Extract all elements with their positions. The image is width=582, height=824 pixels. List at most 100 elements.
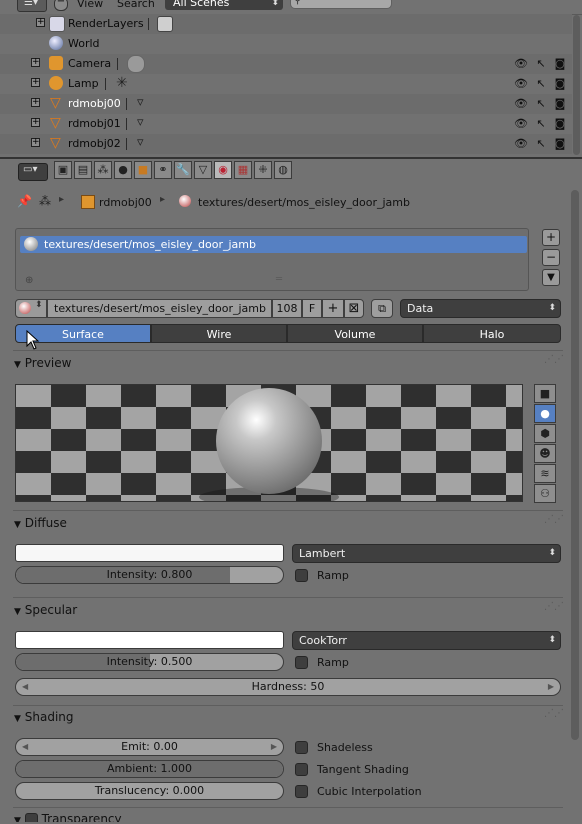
collapse-menu-icon[interactable]: −	[54, 0, 68, 11]
mesh-data-icon[interactable]: ▿	[137, 115, 144, 130]
list-resize-grip-icon[interactable]: ═	[276, 274, 282, 285]
camera-data-icon[interactable]	[127, 55, 145, 73]
scene-tab-icon[interactable]: ⁂	[94, 161, 112, 179]
texture-tab-icon[interactable]: ▦	[234, 161, 252, 179]
selectable-cursor-icon[interactable]: ↖	[534, 117, 548, 130]
visibility-eye-icon[interactable]: 👁	[514, 137, 528, 150]
specular-panel-header[interactable]: ▼ Specular	[14, 600, 562, 620]
increment-arrow-icon[interactable]: ▶	[548, 679, 554, 695]
preview-flat-icon[interactable]: ■	[534, 384, 556, 403]
modifiers-tab-icon[interactable]: 🔧	[174, 161, 192, 179]
render-camera-icon[interactable]: ◙	[553, 137, 567, 150]
link-dropdown[interactable]: Data ⬍	[400, 299, 561, 318]
data-tab-icon[interactable]: ▽	[194, 161, 212, 179]
selectable-cursor-icon[interactable]: ↖	[534, 137, 548, 150]
translucency-slider[interactable]: Translucency: 0.000	[15, 782, 284, 800]
panel-drag-grip-icon[interactable]: ⋰⋰	[544, 514, 564, 525]
copy-paste-button[interactable]: ⧉	[371, 299, 393, 318]
render-layers-tab-icon[interactable]: ▤	[74, 161, 92, 179]
list-filter-icon[interactable]: ⊕	[25, 275, 33, 286]
preview-sphere-icon[interactable]: ●	[534, 404, 556, 423]
fake-user-button[interactable]: F	[302, 299, 322, 318]
preview-hair-icon[interactable]: ≋	[534, 464, 556, 483]
slot-specials-button[interactable]: ▼	[542, 269, 560, 286]
specular-intensity-slider[interactable]: Intensity: 0.500	[15, 653, 284, 671]
material-name-field[interactable]: textures/desert/mos_eisley_door_jamb	[47, 299, 272, 318]
menu-view[interactable]: View	[77, 0, 103, 10]
properties-scrollbar[interactable]	[571, 190, 579, 740]
render-camera-icon[interactable]: ◙	[553, 77, 567, 90]
render-camera-icon[interactable]: ◙	[553, 117, 567, 130]
decrement-arrow-icon[interactable]: ◀	[22, 679, 28, 695]
tangent-shading-checkbox[interactable]	[295, 763, 308, 776]
outliner-row[interactable]: + Lamp ✳ 👁 ↖ ◙	[0, 74, 572, 94]
mesh-data-icon[interactable]: ▿	[137, 95, 144, 110]
ambient-slider[interactable]: Ambient: 1.000	[15, 760, 284, 778]
diffuse-color-swatch[interactable]	[15, 544, 284, 562]
expand-toggle[interactable]: +	[31, 58, 40, 67]
outliner-row[interactable]: + Camera 👁 ↖ ◙	[0, 54, 572, 74]
expand-toggle[interactable]: +	[36, 18, 45, 27]
preview-monkey-icon[interactable]: ☻	[534, 444, 556, 463]
physics-tab-icon[interactable]: ◍	[274, 161, 292, 179]
selectable-cursor-icon[interactable]: ↖	[534, 97, 548, 110]
particles-tab-icon[interactable]: ⁜	[254, 161, 272, 179]
add-slot-button[interactable]: +	[542, 229, 560, 246]
render-camera-icon[interactable]: ◙	[553, 57, 567, 70]
new-material-button[interactable]: +	[322, 299, 344, 318]
increment-arrow-icon[interactable]: ▶	[271, 739, 277, 755]
transparency-checkbox[interactable]	[24, 813, 38, 822]
shadeless-checkbox[interactable]	[295, 741, 308, 754]
editor-type-button[interactable]: ☰▾	[17, 0, 47, 12]
tab-volume[interactable]: Volume	[287, 324, 423, 343]
material-browse-button[interactable]: ⬍	[15, 299, 47, 318]
material-tab-icon[interactable]: ◉	[214, 161, 232, 179]
transparency-panel-header[interactable]: ▼ Transparency	[14, 809, 562, 822]
outliner-row[interactable]: World	[0, 34, 572, 54]
preview-panel-header[interactable]: ▼ Preview	[14, 353, 562, 373]
preview-world-icon[interactable]: ⚇	[534, 484, 556, 503]
lamp-data-icon[interactable]: ✳	[116, 75, 128, 91]
outliner-row[interactable]: + ▽ rdmobj01 ▿ 👁 ↖ ◙	[0, 114, 572, 134]
cubic-interpolation-checkbox[interactable]	[295, 785, 308, 798]
selectable-cursor-icon[interactable]: ↖	[534, 77, 548, 90]
display-mode-dropdown[interactable]: All Scenes ⬍	[165, 0, 283, 10]
pin-icon[interactable]: 📌	[17, 194, 32, 208]
render-layer-icon[interactable]	[157, 16, 173, 32]
expand-toggle[interactable]: +	[31, 98, 40, 107]
diffuse-intensity-slider[interactable]: Intensity: 0.800	[15, 566, 284, 584]
specular-shader-dropdown[interactable]: CookTorr ⬍	[292, 631, 561, 650]
render-camera-icon[interactable]: ◙	[553, 97, 567, 110]
users-count-button[interactable]: 108	[272, 299, 302, 318]
menu-search[interactable]: Search	[117, 0, 155, 10]
expand-toggle[interactable]: +	[31, 118, 40, 127]
outliner-row[interactable]: + ▽ rdmobj00 ▿ 👁 ↖ ◙	[0, 94, 572, 114]
panel-drag-grip-icon[interactable]: ⋰⋰	[544, 601, 564, 612]
preview-cube-icon[interactable]: ⬢	[534, 424, 556, 443]
unlink-material-button[interactable]: ⊠	[344, 299, 364, 318]
diffuse-panel-header[interactable]: ▼ Diffuse	[14, 513, 562, 533]
outliner-row[interactable]: + RenderLayers	[0, 14, 572, 34]
selectable-cursor-icon[interactable]: ↖	[534, 57, 548, 70]
remove-slot-button[interactable]: −	[542, 249, 560, 266]
constraints-tab-icon[interactable]: ⚭	[154, 161, 172, 179]
visibility-eye-icon[interactable]: 👁	[514, 97, 528, 110]
panel-drag-grip-icon[interactable]: ⋰⋰	[544, 354, 564, 365]
shading-panel-header[interactable]: ▼ Shading	[14, 707, 562, 727]
tab-halo[interactable]: Halo	[423, 324, 561, 343]
panel-drag-grip-icon[interactable]: ⋰⋰	[544, 708, 564, 719]
diffuse-shader-dropdown[interactable]: Lambert ⬍	[292, 544, 561, 563]
material-slot-item[interactable]: textures/desert/mos_eisley_door_jamb	[20, 236, 527, 253]
emit-field[interactable]: ◀ Emit: 0.00 ▶	[15, 738, 284, 756]
outliner-scrollbar[interactable]	[573, 15, 580, 155]
render-tab-icon[interactable]: ▣	[54, 161, 72, 179]
tab-wire[interactable]: Wire	[151, 324, 287, 343]
mesh-data-icon[interactable]: ▿	[137, 135, 144, 150]
diffuse-ramp-checkbox[interactable]	[295, 569, 308, 582]
world-tab-icon[interactable]: ●	[114, 161, 132, 179]
decrement-arrow-icon[interactable]: ◀	[22, 739, 28, 755]
search-input[interactable]: ⚲	[290, 0, 392, 9]
expand-toggle[interactable]: +	[31, 78, 40, 87]
expand-toggle[interactable]: +	[31, 138, 40, 147]
specular-color-swatch[interactable]	[15, 631, 284, 649]
